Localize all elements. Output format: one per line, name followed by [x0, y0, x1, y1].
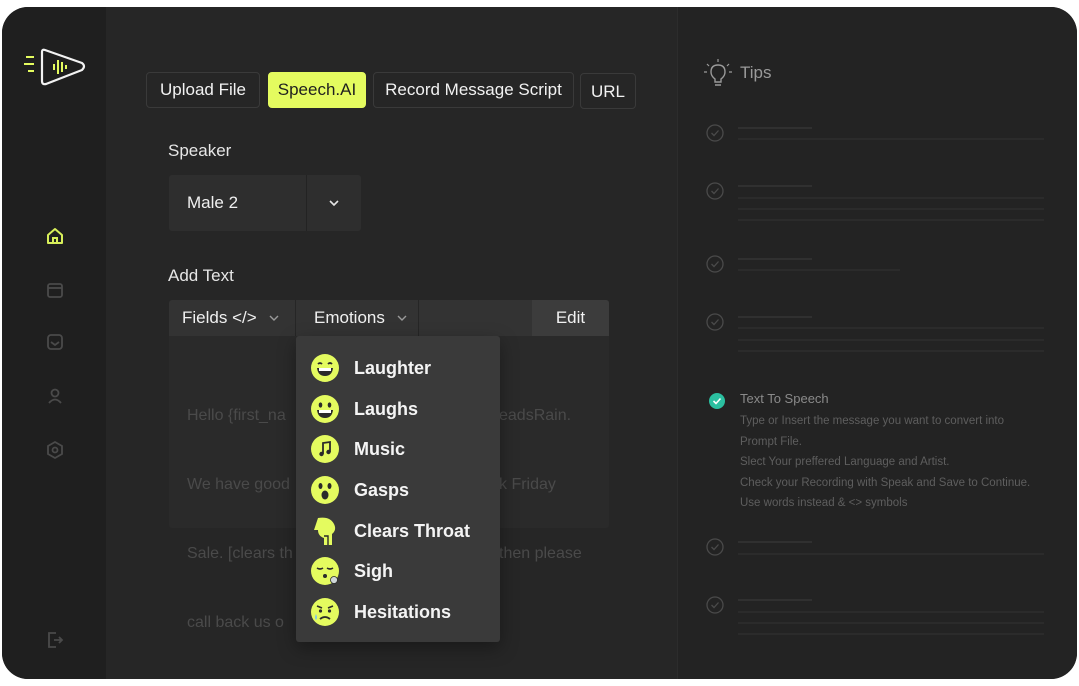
tip-placeholder-line [738, 258, 812, 260]
active-tip-line: Type or Insert the message you want to c… [740, 415, 1005, 427]
tip-placeholder-line [738, 350, 1044, 352]
emotion-label: Hesitations [354, 602, 452, 622]
laughter-emoji-icon [311, 354, 339, 382]
tip-placeholder-line [738, 599, 812, 601]
toolbar-divider [418, 300, 419, 336]
active-tip-line: Check your Recording with Speak and Save… [740, 477, 1031, 489]
tip-placeholder-line [738, 197, 1044, 199]
tip-placeholder-line [738, 633, 1044, 635]
tips-title: Tips [740, 63, 772, 82]
add-text-label: Add Text [168, 266, 234, 285]
music-emoji-icon [311, 435, 339, 463]
sigh-emoji-icon [311, 557, 339, 585]
check-active-icon [709, 393, 725, 409]
check-circle-icon [706, 313, 724, 331]
chevron-down-icon [397, 315, 407, 321]
check-circle-icon [706, 182, 724, 200]
emotion-item-hesitations[interactable]: Hesitations [310, 595, 490, 629]
editor-line: k Friday [499, 476, 556, 493]
speaker-label: Speaker [168, 141, 232, 160]
check-circle-icon [706, 255, 724, 273]
gasps-emoji-icon [311, 476, 339, 504]
tip-placeholder-line [738, 185, 812, 187]
emotion-label: Clears Throat [354, 521, 471, 541]
editor-line: eadsRain. [499, 407, 572, 424]
tip-placeholder-line [738, 327, 1044, 329]
chevron-down-icon[interactable] [327, 197, 341, 209]
app-logo [24, 48, 86, 86]
tip-placeholder-line [738, 127, 812, 129]
tip-placeholder-line [738, 316, 812, 318]
chevron-down-icon [269, 315, 279, 321]
emotion-item-music[interactable]: Music [310, 432, 490, 466]
emotion-item-gasps[interactable]: Gasps [310, 473, 490, 507]
tab-url[interactable]: URL [580, 73, 636, 109]
check-circle-icon [706, 124, 724, 142]
app-window: Upload File Speech.AI Record Message Scr… [2, 7, 1077, 679]
tip-placeholder-line [738, 138, 1044, 140]
tip-placeholder-line [738, 339, 1044, 341]
emotion-item-sigh[interactable]: Sigh [310, 554, 490, 588]
emotion-label: Gasps [354, 480, 410, 500]
active-tip-title: Text To Speech [740, 391, 829, 406]
emotion-label: Laughter [354, 358, 432, 378]
tip-placeholder-line [738, 622, 1044, 624]
tip-placeholder-line [738, 208, 1044, 210]
tip-placeholder-line [738, 611, 1044, 613]
fields-button[interactable]: Fields </> [182, 300, 279, 336]
home-icon[interactable] [44, 225, 66, 247]
tip-placeholder-line [738, 219, 1044, 221]
tip-placeholder-line [738, 553, 1044, 555]
tip-placeholder-line [738, 269, 900, 271]
fields-label: Fields </> [182, 308, 257, 327]
sidebar [2, 7, 106, 679]
emotions-button[interactable]: Emotions [314, 300, 407, 336]
editor-line: then please [499, 545, 582, 562]
tab-upload-file[interactable]: Upload File [146, 72, 260, 108]
emotion-item-laughter[interactable]: Laughter [310, 351, 490, 385]
calendar-icon[interactable] [44, 279, 66, 301]
tip-placeholder-line [738, 541, 812, 543]
inbox-icon[interactable] [44, 331, 66, 353]
emotion-label: Music [354, 439, 406, 459]
emotions-dropdown: Laughter Laughs Music Gasps Clears Throa… [296, 336, 500, 642]
clears-throat-icon [314, 517, 336, 545]
user-icon[interactable] [44, 385, 66, 407]
speaker-value: Male 2 [187, 193, 239, 212]
select-divider [306, 175, 307, 231]
tips-panel: Tips Text To Speech Type or Insert the m… [677, 7, 1077, 679]
emotion-label: Laughs [354, 399, 419, 419]
lightbulb-icon [704, 59, 732, 86]
emotion-item-laughs[interactable]: Laughs [310, 392, 490, 426]
emotion-item-clears-throat[interactable]: Clears Throat [310, 514, 490, 548]
editor-toolbar: Fields </> Emotions Edit [169, 300, 609, 336]
tab-record-message-script[interactable]: Record Message Script [373, 72, 574, 108]
edit-button[interactable]: Edit [532, 300, 609, 336]
emotions-label: Emotions [314, 308, 385, 327]
hesitations-emoji-icon [311, 598, 339, 626]
laughs-emoji-icon [311, 395, 339, 423]
active-tip-line: Use words instead & <> symbols [740, 497, 908, 509]
logout-icon[interactable] [44, 629, 66, 651]
check-circle-icon [706, 596, 724, 614]
main-panel: Upload File Speech.AI Record Message Scr… [106, 7, 677, 679]
toolbar-divider [295, 300, 296, 336]
settings-icon[interactable] [44, 439, 66, 461]
speaker-select[interactable]: Male 2 [169, 175, 361, 231]
editor-text-right: eadsRain. k Friday then please [499, 358, 609, 611]
emotion-label: Sigh [354, 561, 393, 581]
active-tip-line: Slect Your preffered Language and Artist… [740, 456, 950, 468]
tab-speech-ai[interactable]: Speech.AI [268, 72, 366, 108]
check-circle-icon [706, 538, 724, 556]
active-tip-line: Prompt File. [740, 436, 802, 448]
